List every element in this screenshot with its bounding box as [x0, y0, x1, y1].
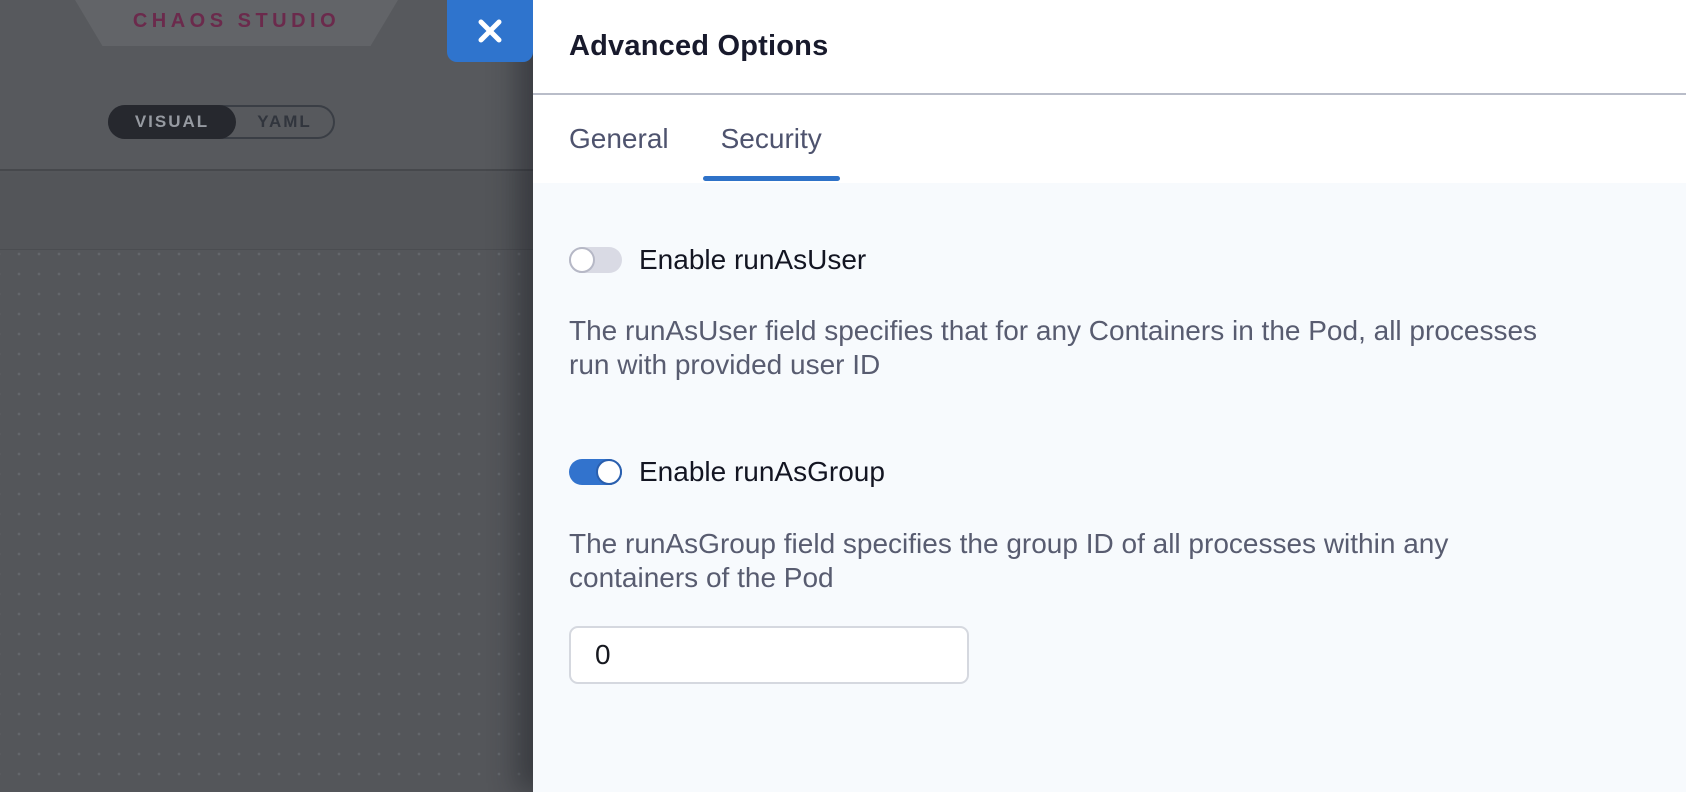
advanced-options-drawer: Advanced Options General Security Enable…: [533, 0, 1686, 792]
tab-security-label: Security: [721, 123, 822, 155]
drawer-title: Advanced Options: [569, 30, 828, 63]
active-tab-underline: [703, 176, 840, 181]
canvas-subbar: [0, 173, 533, 250]
run-as-group-row: Enable runAsGroup: [569, 456, 1650, 488]
chaos-studio-canvas: CHAOS STUDIO VISUAL YAML: [0, 0, 533, 792]
dot-grid-canvas[interactable]: [0, 251, 533, 792]
run-as-group-description: The runAsGroup field specifies the group…: [569, 527, 1629, 595]
run-as-user-description: The runAsUser field specifies that for a…: [569, 314, 1629, 382]
view-mode-switch[interactable]: VISUAL YAML: [108, 105, 335, 139]
run-as-group-toggle[interactable]: [569, 459, 622, 485]
toggle-knob: [596, 459, 622, 485]
run-as-group-value-input[interactable]: [569, 626, 969, 684]
brand-banner: CHAOS STUDIO: [75, 0, 398, 46]
yaml-mode-button[interactable]: YAML: [236, 107, 333, 137]
visual-mode-button[interactable]: VISUAL: [108, 105, 236, 139]
close-drawer-button[interactable]: [447, 0, 533, 62]
run-as-user-row: Enable runAsUser: [569, 244, 1650, 276]
run-as-user-toggle[interactable]: [569, 247, 622, 273]
brand-title: CHAOS STUDIO: [133, 10, 340, 37]
security-tab-panel: Enable runAsUser The runAsUser field spe…: [533, 183, 1686, 792]
tab-general-label: General: [569, 123, 669, 155]
drawer-tabs: General Security: [533, 95, 1686, 183]
drawer-header: Advanced Options: [533, 0, 1686, 95]
tab-security[interactable]: Security: [721, 95, 822, 183]
toggle-knob: [569, 247, 595, 273]
run-as-user-label: Enable runAsUser: [639, 244, 866, 276]
close-icon: [477, 18, 503, 44]
tab-general[interactable]: General: [569, 95, 669, 183]
run-as-group-label: Enable runAsGroup: [639, 456, 885, 488]
